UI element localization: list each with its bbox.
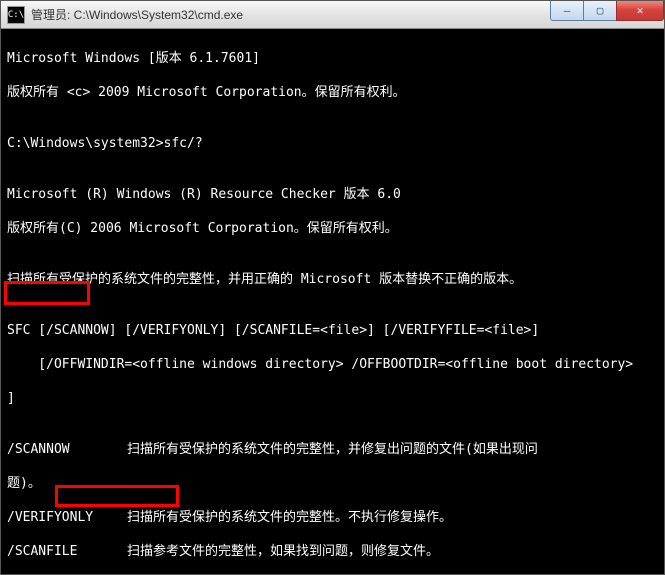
output-line: 扫描所有受保护的系统文件的完整性，并用正确的 Microsoft 版本替换不正确… [7,271,658,288]
terminal-output[interactable]: Microsoft Windows [版本 6.1.7601] 版权所有 <c>… [1,29,664,574]
option-desc: 扫描参考文件的完整性，如果找到问题，则修复文件。 [127,544,439,559]
output-line: 版权所有(C) 2006 Microsoft Corporation。保留所有权… [7,220,658,237]
maximize-button[interactable]: ▢ [583,1,617,21]
titlebar[interactable]: C:\ 管理员: C:\Windows\System32\cmd.exe — ▢… [1,1,664,29]
option-key: /VERIFYONLY [7,509,127,526]
output-line: 版权所有 <c> 2009 Microsoft Corporation。保留所有… [7,84,658,101]
output-line: ] [7,390,658,407]
option-key: /SCANFILE [7,543,127,560]
output-line: SFC [/SCANNOW] [/VERIFYONLY] [/SCANFILE=… [7,322,658,339]
option-desc: 扫描所有受保护的系统文件的完整性。不执行修复操作。 [127,510,452,525]
output-line: Microsoft Windows [版本 6.1.7601] [7,50,658,67]
option-row: /SCANNOW扫描所有受保护的系统文件的完整性，并修复出问题的文件(如果出现问 [7,441,658,458]
output-line: Microsoft (R) Windows (R) Resource Check… [7,186,658,203]
option-desc: 扫描所有受保护的系统文件的完整性，并修复出问题的文件(如果出现问 [127,442,538,457]
prompt-line: C:\Windows\system32>sfc/? [7,135,658,152]
minimize-button[interactable]: — [550,1,584,21]
cmd-icon: C:\ [7,6,25,24]
option-row: /SCANFILE扫描参考文件的完整性，如果找到问题，则修复文件。 [7,543,658,560]
window-controls: — ▢ ✕ [551,1,664,21]
option-key: /SCANNOW [7,441,127,458]
option-continuation: 题)。 [7,475,658,492]
window-title: 管理员: C:\Windows\System32\cmd.exe [31,6,243,23]
option-row: /VERIFYONLY扫描所有受保护的系统文件的完整性。不执行修复操作。 [7,509,658,526]
close-button[interactable]: ✕ [616,1,664,21]
output-line: [/OFFWINDIR=<offline windows directory> … [7,356,658,373]
